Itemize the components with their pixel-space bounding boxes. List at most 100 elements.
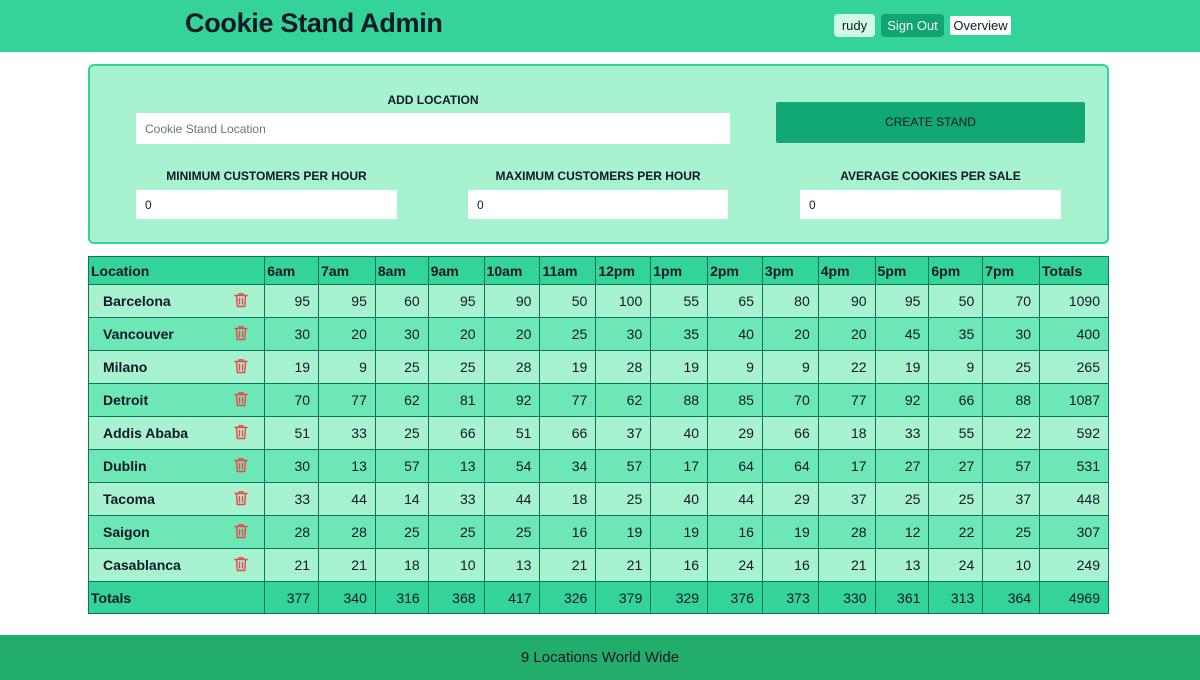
sales-cell: 44 bbox=[483, 482, 541, 516]
sales-cell: 34 bbox=[539, 449, 597, 483]
hour-total-cell: 417 bbox=[483, 581, 541, 614]
sales-cell: 30 bbox=[264, 449, 320, 483]
min-customers-input[interactable] bbox=[136, 190, 397, 219]
sales-cell: 30 bbox=[264, 317, 320, 351]
sales-cell: 64 bbox=[707, 449, 763, 483]
hour-total-cell: 316 bbox=[374, 581, 429, 614]
create-stand-button[interactable]: CREATE STAND bbox=[776, 102, 1085, 143]
sales-cell: 40 bbox=[650, 482, 709, 516]
hour-total-cell: 329 bbox=[650, 581, 709, 614]
sales-cell: 27 bbox=[928, 449, 984, 483]
trash-icon[interactable] bbox=[234, 292, 248, 308]
hour-header: 8am bbox=[374, 256, 429, 285]
sales-cell: 37 bbox=[595, 416, 652, 450]
avg-cookies-input[interactable] bbox=[800, 190, 1061, 219]
sales-cell: 25 bbox=[374, 416, 429, 450]
sales-cell: 16 bbox=[761, 548, 819, 582]
min-customers-label: MINIMUM CUSTOMERS PER HOUR bbox=[166, 169, 367, 183]
sales-cell: 18 bbox=[539, 482, 597, 516]
sales-cell: 19 bbox=[650, 515, 709, 549]
sales-cell: 40 bbox=[707, 317, 763, 351]
trash-icon[interactable] bbox=[234, 490, 248, 506]
sales-cell: 33 bbox=[874, 416, 930, 450]
sales-cell: 88 bbox=[650, 383, 709, 417]
sales-cell: 85 bbox=[707, 383, 763, 417]
trash-icon[interactable] bbox=[234, 457, 248, 473]
sales-cell: 16 bbox=[539, 515, 597, 549]
hour-header: 10am bbox=[483, 256, 541, 285]
hour-header: 11am bbox=[539, 256, 597, 285]
page-footer: 9 Locations World Wide bbox=[0, 635, 1200, 680]
trash-icon[interactable] bbox=[234, 358, 248, 374]
location-name: Barcelona bbox=[103, 293, 171, 309]
location-input[interactable] bbox=[136, 113, 730, 144]
user-button[interactable]: rudy bbox=[834, 14, 875, 37]
sales-cell: 25 bbox=[539, 317, 597, 351]
sales-cell: 19 bbox=[264, 350, 320, 384]
sales-cell: 70 bbox=[264, 383, 320, 417]
sign-out-button[interactable]: Sign Out bbox=[881, 14, 944, 37]
hour-header: 6am bbox=[264, 256, 320, 285]
sales-cell: 25 bbox=[483, 515, 541, 549]
sales-cell: 24 bbox=[928, 548, 984, 582]
sales-cell: 62 bbox=[374, 383, 429, 417]
hour-total-cell: 326 bbox=[539, 581, 597, 614]
sales-cell: 50 bbox=[928, 284, 984, 318]
sales-cell: 27 bbox=[874, 449, 930, 483]
sales-cell: 20 bbox=[318, 317, 376, 351]
sales-cell: 16 bbox=[707, 515, 763, 549]
overview-button[interactable]: Overview bbox=[950, 16, 1011, 35]
hour-total-cell: 373 bbox=[761, 581, 819, 614]
max-customers-input[interactable] bbox=[468, 190, 728, 219]
sales-cell: 92 bbox=[874, 383, 930, 417]
table-row: Saigon 28 28 25 25 25 16 19 19 16 19 28 12 22 25 307 bbox=[87, 515, 1109, 549]
sales-cell: 81 bbox=[427, 383, 485, 417]
sales-cell: 30 bbox=[374, 317, 429, 351]
sales-cell: 19 bbox=[595, 515, 652, 549]
sales-cell: 25 bbox=[427, 515, 485, 549]
sales-cell: 95 bbox=[264, 284, 320, 318]
sales-cell: 50 bbox=[539, 284, 597, 318]
trash-icon[interactable] bbox=[234, 556, 248, 572]
sales-cell: 16 bbox=[650, 548, 709, 582]
top-header: Cookie Stand Admin rudy Sign Out Overvie… bbox=[0, 0, 1200, 52]
trash-icon[interactable] bbox=[234, 523, 248, 539]
hour-header: 7pm bbox=[982, 256, 1041, 285]
location-name: Vancouver bbox=[103, 326, 174, 342]
sales-cell: 25 bbox=[374, 515, 429, 549]
hour-total-cell: 364 bbox=[982, 581, 1041, 614]
trash-icon[interactable] bbox=[234, 325, 248, 341]
sales-cell: 80 bbox=[761, 284, 819, 318]
grand-total-cell: 4969 bbox=[1039, 581, 1109, 614]
sales-cell: 57 bbox=[374, 449, 429, 483]
sales-cell: 40 bbox=[650, 416, 709, 450]
trash-icon[interactable] bbox=[234, 424, 248, 440]
sales-cell: 29 bbox=[707, 416, 763, 450]
row-total-cell: 307 bbox=[1039, 515, 1109, 549]
row-total-cell: 400 bbox=[1039, 317, 1109, 351]
hour-header: 1pm bbox=[650, 256, 709, 285]
hour-total-cell: 379 bbox=[595, 581, 652, 614]
totals-row: Totals 377 340 316 368 417 326 379 329 376 373 330… bbox=[87, 581, 1109, 614]
location-cell: Vancouver bbox=[87, 317, 266, 351]
hour-header: 12pm bbox=[595, 256, 652, 285]
sales-cell: 14 bbox=[374, 482, 429, 516]
sales-cell: 90 bbox=[817, 284, 876, 318]
sales-cell: 66 bbox=[539, 416, 597, 450]
location-name: Casablanca bbox=[103, 557, 181, 573]
hour-total-cell: 361 bbox=[874, 581, 930, 614]
trash-icon[interactable] bbox=[234, 391, 248, 407]
sales-cell: 55 bbox=[650, 284, 709, 318]
sales-cell: 18 bbox=[817, 416, 876, 450]
hour-header: 3pm bbox=[761, 256, 819, 285]
location-name: Addis Ababa bbox=[103, 425, 189, 441]
sales-cell: 22 bbox=[817, 350, 876, 384]
sales-cell: 18 bbox=[374, 548, 429, 582]
totals-header: Totals bbox=[1039, 256, 1109, 285]
row-total-cell: 1087 bbox=[1039, 383, 1109, 417]
app-title: Cookie Stand Admin bbox=[185, 8, 443, 38]
location-header: Location bbox=[87, 256, 266, 285]
table-header-row: Location 6am 7am 8am 9am 10am 11am 12pm 1pm 2pm 3… bbox=[87, 256, 1109, 285]
sales-cell: 21 bbox=[817, 548, 876, 582]
sales-cell: 25 bbox=[595, 482, 652, 516]
